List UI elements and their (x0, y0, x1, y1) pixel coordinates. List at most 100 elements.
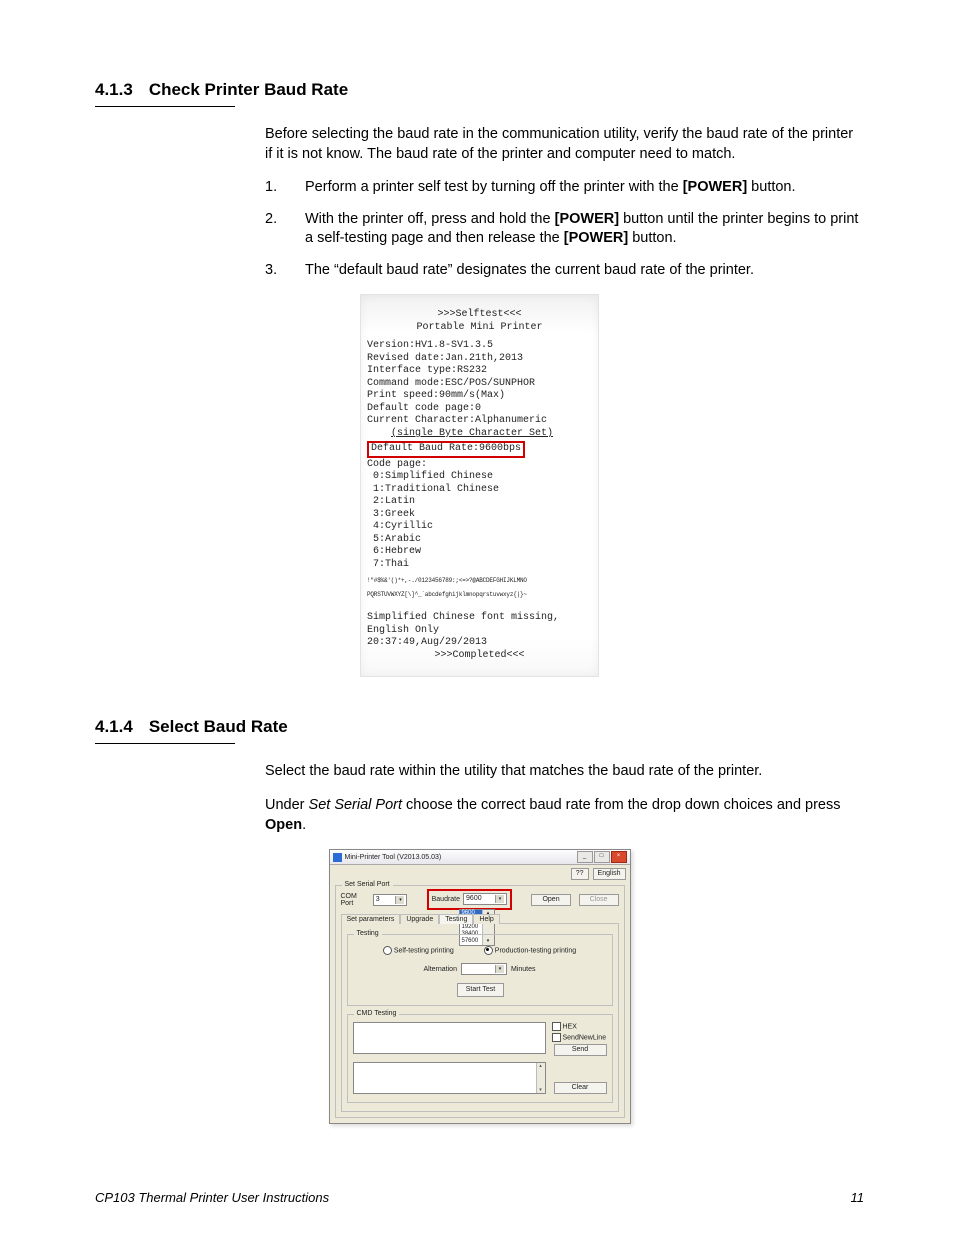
receipt-line: Simplified Chinese font missing, (367, 612, 592, 625)
receipt-charset-line: PQRSTUVWXYZ[\]^_`abcdefghijklmnopqrstuvw… (367, 591, 592, 599)
lang-unknown-button[interactable]: ?? (571, 868, 589, 880)
step-text: With the printer off, press and hold the… (305, 210, 864, 249)
baudrate-label: Baudrate (432, 896, 460, 903)
baudrate-select[interactable]: 9600 ▾ (463, 893, 507, 905)
send-button[interactable]: Send (554, 1044, 607, 1056)
cmd-testing-group: CMD Testing HEX SendNewLine Send ▴▾ (347, 1014, 613, 1103)
paragraph: Under Set Serial Port choose the correct… (265, 796, 864, 835)
tab-help[interactable]: Help (473, 914, 499, 924)
baudrate-highlight: Baudrate 9600 ▾ (430, 892, 509, 907)
tab-set-parameters[interactable]: Set parameters (341, 914, 401, 924)
receipt-line: Portable Mini Printer (367, 322, 592, 335)
start-test-button[interactable]: Start Test (457, 983, 504, 997)
window-titlebar: Mini-Printer Tool (V2013.05.03) _ □ × (330, 850, 630, 865)
app-icon (333, 853, 342, 862)
tab-bar: Set parameters Upgrade Testing Help (341, 913, 619, 923)
text-run: choose the correct baud rate from the dr… (402, 797, 840, 813)
step-text: The “default baud rate” designates the c… (305, 261, 864, 281)
tab-upgrade[interactable]: Upgrade (400, 914, 439, 924)
minimize-button[interactable]: _ (577, 851, 593, 863)
utility-window: Mini-Printer Tool (V2013.05.03) _ □ × ??… (329, 849, 631, 1124)
chevron-down-icon: ▾ (495, 895, 504, 903)
cmd-input-textarea[interactable] (353, 1022, 546, 1054)
com-port-select[interactable]: 3 ▾ (373, 894, 408, 906)
step-3: 3. The “default baud rate” designates th… (265, 261, 864, 281)
hex-checkbox[interactable]: HEX (552, 1022, 607, 1031)
text-bold: [POWER] (683, 179, 747, 195)
receipt-line: >>>Selftest<<< (367, 309, 592, 322)
page-footer: CP103 Thermal Printer User Instructions … (95, 1190, 864, 1205)
intro-paragraph: Before selecting the baud rate in the co… (265, 125, 864, 164)
receipt-line: (single Byte Character Set) (367, 428, 592, 441)
receipt-charset-line: !"#$%&'()*+,-./0123456789:;<=>?@ABCDEFGH… (367, 577, 592, 585)
language-bar: ?? English (330, 865, 630, 882)
section-title: Select Baud Rate (149, 717, 288, 737)
receipt-line: Interface type:RS232 (367, 365, 592, 378)
text-run: button. (628, 230, 676, 246)
maximize-button[interactable]: □ (594, 851, 610, 863)
paragraph: Select the baud rate within the utility … (265, 762, 864, 782)
scrollbar[interactable]: ▴▾ (536, 1063, 545, 1093)
receipt-line: 6:Hebrew (367, 546, 592, 559)
tab-testing[interactable]: Testing (439, 914, 473, 924)
receipt-line: 20:37:49,Aug/29/2013 (367, 637, 592, 650)
receipt-line: 4:Cyrillic (367, 521, 592, 534)
step-number: 1. (265, 178, 305, 198)
steps-list: 1. Perform a printer self test by turnin… (265, 178, 864, 280)
testing-group: Testing Self-testing printing Production… (347, 934, 613, 1006)
close-button[interactable]: × (611, 851, 627, 863)
radio-label: Self-testing printing (394, 947, 454, 954)
footer-title: CP103 Thermal Printer User Instructions (95, 1190, 329, 1205)
footer-page-number: 11 (851, 1190, 865, 1205)
receipt-line: Command mode:ESC/POS/SUNPHOR (367, 378, 592, 391)
section-heading-414: 4.1.4 Select Baud Rate (95, 717, 864, 737)
step-1: 1. Perform a printer self test by turnin… (265, 178, 864, 198)
alternation-select[interactable]: ▾ (461, 963, 507, 975)
radio-label: Production-testing printing (495, 947, 576, 954)
receipt-line: Print speed:90mm/s(Max) (367, 390, 592, 403)
section-413-body: Before selecting the baud rate in the co… (265, 125, 864, 280)
close-port-button[interactable]: Close (579, 894, 619, 906)
sendnewline-checkbox[interactable]: SendNewLine (552, 1033, 607, 1042)
com-port-label: COM Port (341, 893, 367, 907)
receipt-line: 2:Latin (367, 496, 592, 509)
text-bold: [POWER] (555, 211, 619, 227)
receipt-line: >>>Completed<<< (367, 650, 592, 663)
selftest-receipt: >>>Selftest<<< Portable Mini Printer Ver… (360, 294, 599, 677)
section-number: 4.1.3 (95, 80, 133, 100)
receipt-line: Current Character:Alphanumeric (367, 415, 592, 428)
section-number: 4.1.4 (95, 717, 133, 737)
checkbox-label: HEX (563, 1023, 577, 1030)
step-text: Perform a printer self test by turning o… (305, 178, 864, 198)
text-run: button. (747, 179, 795, 195)
receipt-highlight-baud: Default Baud Rate:9600bps (367, 441, 525, 458)
text-run: Under (265, 797, 309, 813)
clear-button[interactable]: Clear (554, 1082, 607, 1094)
selftest-figure: >>>Selftest<<< Portable Mini Printer Ver… (95, 294, 864, 677)
text-bold: [POWER] (564, 230, 628, 246)
step-2: 2. With the printer off, press and hold … (265, 210, 864, 249)
open-button[interactable]: Open (531, 894, 570, 906)
receipt-line: 7:Thai (367, 559, 592, 572)
section-title: Check Printer Baud Rate (149, 80, 348, 100)
lang-english-button[interactable]: English (593, 868, 626, 880)
set-serial-port-group: Set Serial Port COM Port 3 ▾ Baudrate (335, 885, 625, 1118)
heading-rule (95, 743, 235, 744)
receipt-line: 5:Arabic (367, 534, 592, 547)
radio-self-testing[interactable]: Self-testing printing (383, 946, 454, 955)
utility-figure: Mini-Printer Tool (V2013.05.03) _ □ × ??… (95, 849, 864, 1124)
heading-rule (95, 106, 235, 107)
chevron-down-icon: ▾ (495, 965, 504, 973)
cmd-output-textarea[interactable]: ▴▾ (353, 1062, 546, 1094)
com-port-value: 3 (376, 895, 380, 905)
radio-production-testing[interactable]: Production-testing printing (484, 946, 576, 955)
step-number: 2. (265, 210, 305, 249)
chevron-down-icon: ▾ (395, 896, 404, 904)
receipt-line: Version:HV1.8-SV1.3.5 (367, 340, 592, 353)
receipt-line: Revised date:Jan.21th,2013 (367, 353, 592, 366)
checkbox-label: SendNewLine (563, 1034, 607, 1041)
receipt-line: English Only (367, 625, 592, 638)
window-title: Mini-Printer Tool (V2013.05.03) (345, 854, 442, 861)
text-run: . (302, 817, 306, 833)
text-run: With the printer off, press and hold the (305, 211, 555, 227)
